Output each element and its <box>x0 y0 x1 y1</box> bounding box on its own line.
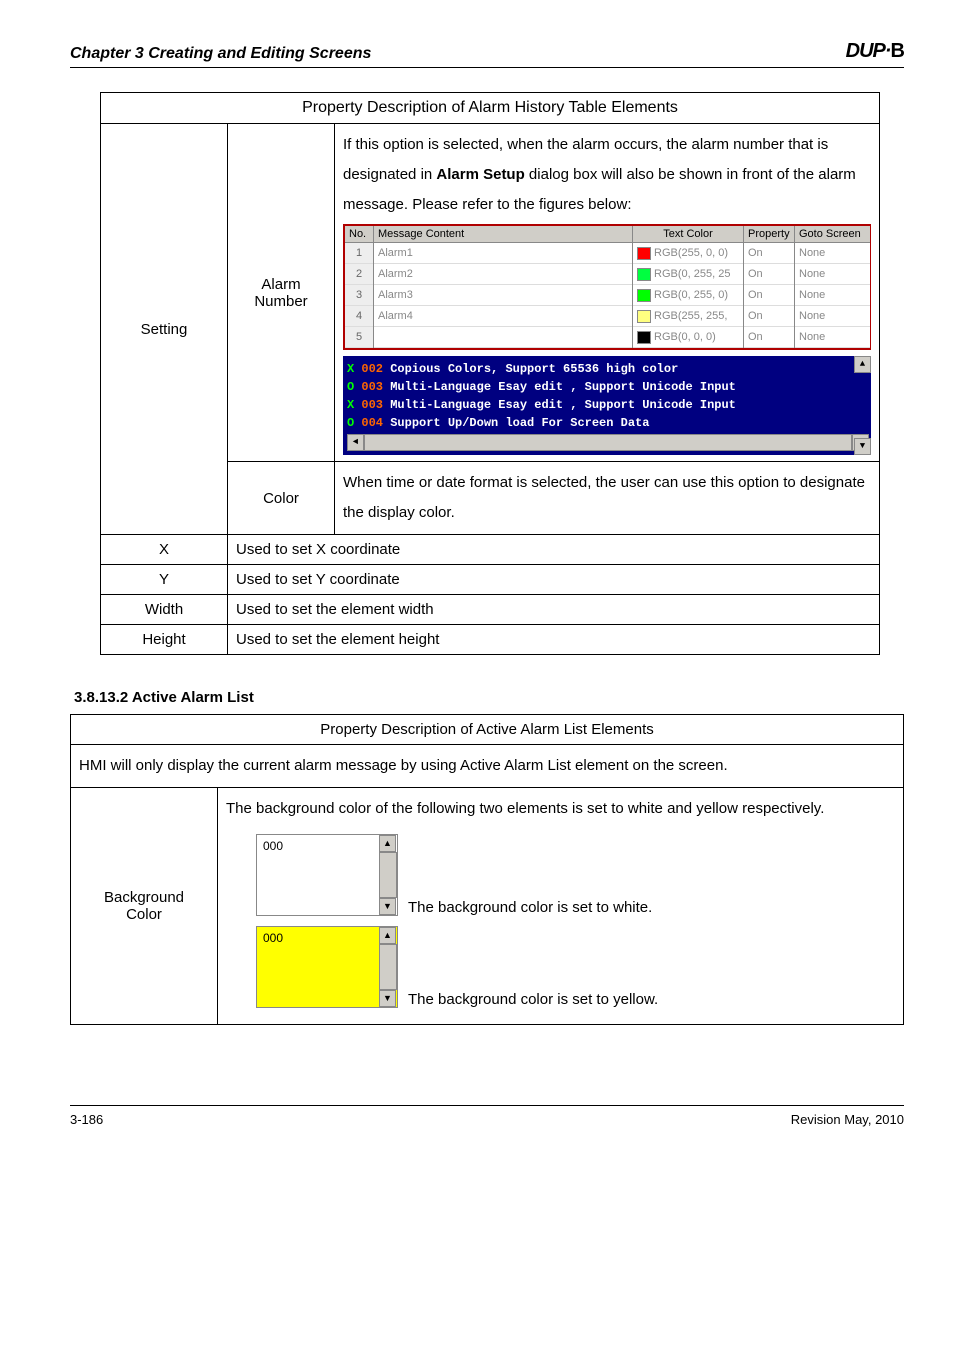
color-label: Color <box>228 462 335 535</box>
scrollbar-vertical[interactable]: ▲ ▼ <box>379 927 397 1007</box>
height-label: Height <box>101 625 228 655</box>
table2-title: Property Description of Active Alarm Lis… <box>71 715 904 745</box>
scroll-up-icon[interactable]: ▲ <box>379 835 396 852</box>
logo: DUP·B <box>846 40 904 63</box>
page-footer: 3-186 Revision May, 2010 <box>70 1105 904 1127</box>
color-desc: When time or date format is selected, th… <box>335 462 880 535</box>
bg-color-label: Background Color <box>71 788 218 1025</box>
scrollbar-vertical[interactable]: ▲ ▼ <box>854 356 871 455</box>
scroll-down-icon[interactable]: ▼ <box>854 438 871 455</box>
alarm-number-content: If this option is selected, when the ala… <box>335 124 880 462</box>
alarm-grid: No. 1 2 3 4 5 Message Content Alarm1 Ala… <box>343 224 871 350</box>
table2-intro: HMI will only display the current alarm … <box>71 745 904 788</box>
scroll-up-icon[interactable]: ▲ <box>379 927 396 944</box>
scroll-left-icon[interactable]: ◄ <box>347 434 364 451</box>
bg-color-content: The background color of the following tw… <box>218 788 904 1025</box>
active-alarm-table: Property Description of Active Alarm Lis… <box>70 714 904 1025</box>
scroll-up-icon[interactable]: ▲ <box>854 356 871 373</box>
bg-desc: The background color of the following tw… <box>226 794 895 824</box>
width-label: Width <box>101 595 228 625</box>
color-swatch <box>637 268 651 281</box>
height-desc: Used to set the element height <box>228 625 880 655</box>
width-desc: Used to set the element width <box>228 595 880 625</box>
page-number: 3-186 <box>70 1112 103 1127</box>
scroll-down-icon[interactable]: ▼ <box>379 898 396 915</box>
color-swatch <box>637 331 651 344</box>
chapter-title: Chapter 3 Creating and Editing Screens <box>70 45 371 63</box>
color-preview-white: 000 ▲ ▼ <box>256 834 398 916</box>
table1-title: Property Description of Alarm History Ta… <box>101 93 880 124</box>
color-swatch <box>637 247 651 260</box>
color-swatch <box>637 289 651 302</box>
section-heading: 3.8.13.2 Active Alarm List <box>74 689 904 706</box>
chapter-header: Chapter 3 Creating and Editing Screens D… <box>70 40 904 68</box>
revision: Revision May, 2010 <box>791 1112 904 1127</box>
alarm-number-label: Alarm Number <box>228 124 335 462</box>
x-desc: Used to set X coordinate <box>228 535 880 565</box>
y-label: Y <box>101 565 228 595</box>
scrollbar-horizontal[interactable]: ◄ ► <box>347 434 869 451</box>
x-label: X <box>101 535 228 565</box>
color-preview-yellow: 000 ▲ ▼ <box>256 926 398 1008</box>
white-caption: The background color is set to white. <box>408 899 652 916</box>
color-swatch <box>637 310 651 323</box>
scrollbar-vertical[interactable]: ▲ ▼ <box>379 835 397 915</box>
alarm-preview-box: X 002 Copious Colors, Support 65536 high… <box>343 356 871 455</box>
y-desc: Used to set Y coordinate <box>228 565 880 595</box>
setting-label: Setting <box>101 124 228 535</box>
yellow-caption: The background color is set to yellow. <box>408 991 658 1008</box>
scroll-down-icon[interactable]: ▼ <box>379 990 396 1007</box>
alarm-history-table: Property Description of Alarm History Ta… <box>100 92 880 655</box>
alarm-desc: If this option is selected, when the ala… <box>343 130 871 220</box>
